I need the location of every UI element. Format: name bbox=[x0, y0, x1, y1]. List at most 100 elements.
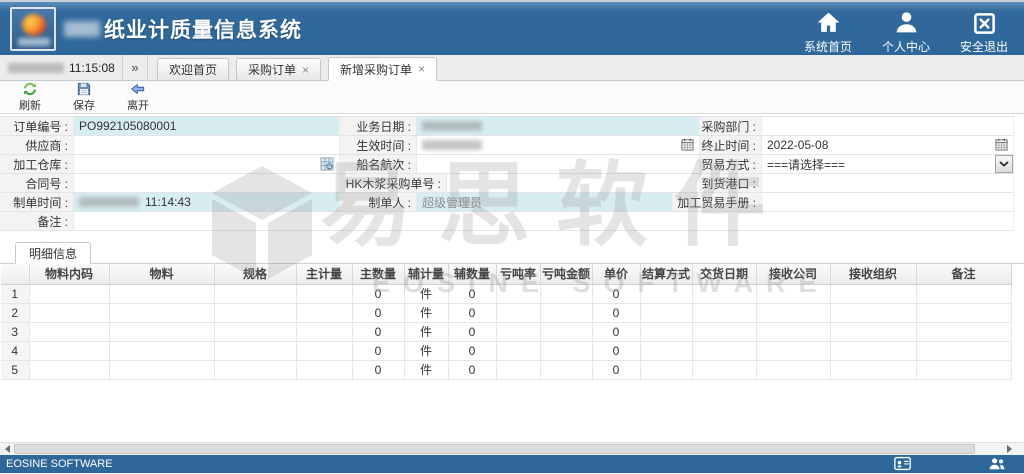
chevron-down-icon[interactable] bbox=[995, 155, 1013, 173]
detail-cell[interactable] bbox=[29, 322, 109, 341]
header-action-home[interactable]: 系统首页 bbox=[802, 9, 854, 55]
detail-cell[interactable]: 件 bbox=[404, 322, 448, 341]
detail-cell[interactable] bbox=[214, 341, 296, 360]
detail-cell[interactable] bbox=[640, 360, 692, 379]
close-icon[interactable]: × bbox=[302, 65, 309, 75]
detail-cell[interactable] bbox=[916, 284, 1011, 303]
tab-overflow-button[interactable]: » bbox=[123, 55, 148, 80]
detail-cell[interactable]: 0 bbox=[592, 303, 640, 322]
detail-cell[interactable] bbox=[496, 284, 540, 303]
detail-cell[interactable] bbox=[916, 360, 1011, 379]
detail-cell[interactable] bbox=[830, 322, 916, 341]
detail-cell[interactable]: 件 bbox=[404, 303, 448, 322]
detail-cell[interactable] bbox=[109, 360, 214, 379]
detail-cell[interactable]: 0 bbox=[448, 360, 496, 379]
detail-cell[interactable] bbox=[692, 284, 756, 303]
detail-cell[interactable] bbox=[756, 303, 830, 322]
scroll-right-arrow[interactable] bbox=[1002, 443, 1016, 455]
warehouse-field[interactable] bbox=[74, 155, 340, 173]
arrival-port-field[interactable] bbox=[762, 174, 1014, 192]
detail-cell[interactable]: 0 bbox=[352, 322, 404, 341]
header-action-logout[interactable]: 安全退出 bbox=[958, 9, 1010, 55]
detail-cell[interactable] bbox=[640, 322, 692, 341]
detail-cell[interactable] bbox=[916, 322, 1011, 341]
detail-cell[interactable] bbox=[692, 322, 756, 341]
detail-cell[interactable] bbox=[296, 360, 352, 379]
detail-cell[interactable] bbox=[214, 360, 296, 379]
detail-cell[interactable] bbox=[496, 341, 540, 360]
trade-manual-field[interactable] bbox=[762, 193, 1014, 211]
detail-cell[interactable]: 0 bbox=[352, 360, 404, 379]
detail-cell[interactable] bbox=[830, 303, 916, 322]
detail-cell[interactable] bbox=[29, 360, 109, 379]
scrollbar-thumb[interactable] bbox=[14, 444, 975, 454]
close-icon[interactable]: × bbox=[418, 64, 425, 74]
detail-cell[interactable] bbox=[109, 303, 214, 322]
detail-cell[interactable] bbox=[756, 360, 830, 379]
detail-cell[interactable]: 0 bbox=[592, 360, 640, 379]
purchase-dept-field[interactable] bbox=[762, 117, 1014, 135]
tab-new-purchase-order[interactable]: 新增采购订单 × bbox=[328, 57, 437, 81]
detail-cell[interactable] bbox=[830, 341, 916, 360]
detail-cell[interactable]: 0 bbox=[448, 341, 496, 360]
detail-cell[interactable] bbox=[214, 284, 296, 303]
detail-cell[interactable]: 件 bbox=[404, 341, 448, 360]
detail-cell[interactable]: 0 bbox=[592, 322, 640, 341]
detail-cell[interactable]: 件 bbox=[404, 360, 448, 379]
detail-cell[interactable] bbox=[692, 360, 756, 379]
detail-cell[interactable]: 0 bbox=[448, 303, 496, 322]
detail-cell[interactable]: 0 bbox=[592, 284, 640, 303]
detail-cell[interactable] bbox=[540, 322, 592, 341]
detail-cell[interactable] bbox=[496, 303, 540, 322]
detail-cell[interactable]: 0 bbox=[352, 341, 404, 360]
scroll-left-arrow[interactable] bbox=[0, 443, 14, 455]
detail-cell[interactable] bbox=[29, 341, 109, 360]
tab-detail-info[interactable]: 明细信息 bbox=[15, 242, 91, 264]
detail-cell[interactable] bbox=[692, 341, 756, 360]
detail-cell[interactable] bbox=[296, 341, 352, 360]
detail-cell[interactable]: 0 bbox=[352, 284, 404, 303]
detail-cell[interactable] bbox=[692, 303, 756, 322]
detail-cell[interactable] bbox=[496, 360, 540, 379]
tab-welcome[interactable]: 欢迎首页 bbox=[157, 58, 229, 80]
detail-cell[interactable] bbox=[916, 341, 1011, 360]
detail-cell[interactable] bbox=[109, 284, 214, 303]
detail-cell[interactable] bbox=[109, 341, 214, 360]
detail-cell[interactable] bbox=[540, 341, 592, 360]
detail-cell[interactable] bbox=[496, 322, 540, 341]
detail-cell[interactable]: 件 bbox=[404, 284, 448, 303]
detail-cell[interactable] bbox=[296, 284, 352, 303]
calendar-icon[interactable] bbox=[995, 138, 1008, 154]
lookup-grid-icon[interactable] bbox=[320, 157, 334, 174]
hk-pulp-order-field[interactable] bbox=[447, 174, 700, 192]
save-button[interactable]: 保存 bbox=[64, 81, 104, 113]
biz-date-field[interactable] bbox=[417, 117, 700, 135]
effective-time-field[interactable] bbox=[417, 136, 700, 154]
users-icon[interactable] bbox=[988, 456, 1006, 474]
detail-cell[interactable] bbox=[29, 284, 109, 303]
detail-cell[interactable] bbox=[214, 322, 296, 341]
detail-cell[interactable] bbox=[109, 322, 214, 341]
badge-icon[interactable] bbox=[894, 456, 911, 474]
remark-field[interactable] bbox=[74, 212, 1014, 230]
horizontal-scrollbar[interactable] bbox=[0, 442, 1024, 455]
supplier-field[interactable] bbox=[74, 136, 340, 154]
detail-cell[interactable] bbox=[296, 303, 352, 322]
calendar-icon[interactable] bbox=[681, 138, 694, 154]
detail-cell[interactable] bbox=[29, 303, 109, 322]
trade-mode-select[interactable]: ===请选择=== bbox=[762, 155, 1014, 173]
detail-cell[interactable] bbox=[756, 322, 830, 341]
order-no-field[interactable]: PO992105080001 bbox=[74, 117, 340, 135]
detail-cell[interactable] bbox=[916, 303, 1011, 322]
detail-cell[interactable] bbox=[830, 360, 916, 379]
detail-cell[interactable]: 0 bbox=[352, 303, 404, 322]
detail-cell[interactable] bbox=[540, 360, 592, 379]
detail-cell[interactable] bbox=[640, 303, 692, 322]
detail-cell[interactable]: 0 bbox=[592, 341, 640, 360]
detail-cell[interactable] bbox=[540, 303, 592, 322]
detail-cell[interactable] bbox=[214, 303, 296, 322]
detail-cell[interactable] bbox=[540, 284, 592, 303]
vessel-field[interactable] bbox=[417, 155, 700, 173]
leave-button[interactable]: 离开 bbox=[118, 81, 158, 113]
detail-cell[interactable] bbox=[640, 284, 692, 303]
